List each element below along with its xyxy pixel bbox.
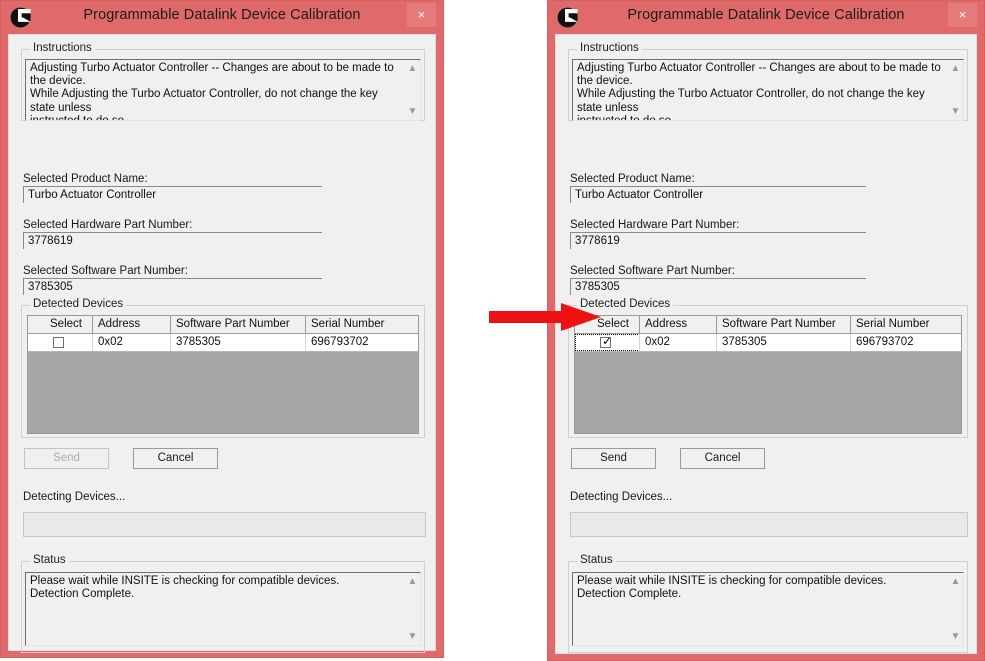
title-bar: Programmable Datalink Device Calibration… [548,1,984,34]
detected-devices-group-label: Detected Devices [30,298,126,310]
row-address: 0x02 [93,334,171,351]
progress-status-label: Detecting Devices... [570,491,672,503]
software-part-number-field[interactable]: 3785305 [23,278,322,295]
instructions-textarea[interactable]: Adjusting Turbo Actuator Controller -- C… [25,59,421,121]
row-serial-number: 696793702 [306,334,419,351]
hardware-part-number-label: Selected Hardware Part Number: [570,219,739,231]
instructions-group-label: Instructions [30,42,95,54]
row-software-part-number: 3785305 [171,334,306,351]
cancel-button[interactable]: Cancel [133,448,218,469]
column-header-serial-number[interactable]: Serial Number [851,316,962,333]
send-button[interactable]: Send [24,448,109,469]
status-text: Please wait while INSITE is checking for… [577,575,945,601]
instructions-scrollbar[interactable]: ▲ ▼ [405,60,420,120]
row-select-cell[interactable]: ✓ [575,334,640,351]
row-software-part-number: 3785305 [717,334,851,351]
row-select-cell[interactable] [28,334,93,351]
detect-progress-bar [570,512,968,537]
detected-devices-grid[interactable]: Select Address Software Part Number Seri… [574,315,962,434]
chevron-down-icon[interactable]: ▼ [950,631,961,642]
window-title: Programmable Datalink Device Calibration [1,7,443,23]
calibration-window-after: Programmable Datalink Device Calibration… [547,0,985,661]
title-bar: Programmable Datalink Device Calibration… [1,1,443,34]
instructions-textarea[interactable]: Adjusting Turbo Actuator Controller -- C… [572,59,964,121]
product-name-field[interactable]: Turbo Actuator Controller [570,186,866,203]
status-group-label: Status [30,554,69,566]
instructions-group-label: Instructions [577,42,642,54]
grid-header-row: Select Address Software Part Number Seri… [575,316,961,334]
dialog-client-area: Instructions Adjusting Turbo Actuator Co… [555,34,977,654]
column-header-select[interactable]: Select [28,316,93,333]
instructions-text: Adjusting Turbo Actuator Controller -- C… [577,62,945,121]
chevron-up-icon[interactable]: ▲ [950,576,961,587]
detect-progress-bar [23,512,426,537]
column-header-select[interactable]: Select [575,316,640,333]
status-scrollbar[interactable]: ▲ ▼ [948,573,963,645]
hardware-part-number-label: Selected Hardware Part Number: [23,219,192,231]
row-select-checkbox[interactable] [53,337,64,348]
close-icon[interactable]: × [948,3,977,27]
column-header-serial-number[interactable]: Serial Number [306,316,419,333]
row-address: 0x02 [640,334,717,351]
status-text: Please wait while INSITE is checking for… [30,575,402,601]
chevron-up-icon[interactable]: ▲ [950,63,961,74]
chevron-up-icon[interactable]: ▲ [407,576,418,587]
send-button[interactable]: Send [571,448,656,469]
progress-status-label: Detecting Devices... [23,491,125,503]
product-name-label: Selected Product Name: [570,173,695,185]
hardware-part-number-field[interactable]: 3778619 [570,232,866,249]
status-textarea[interactable]: Please wait while INSITE is checking for… [25,572,421,646]
hardware-part-number-field[interactable]: 3778619 [23,232,322,249]
detected-devices-group-label: Detected Devices [577,298,673,310]
calibration-window-before: Programmable Datalink Device Calibration… [0,0,444,658]
chevron-up-icon[interactable]: ▲ [407,63,418,74]
product-name-field[interactable]: Turbo Actuator Controller [23,186,322,203]
checkmark-icon: ✓ [602,335,612,348]
software-part-number-label: Selected Software Part Number: [23,265,188,277]
table-row[interactable]: 0x02 3785305 696793702 [28,334,418,352]
column-header-software-part-number[interactable]: Software Part Number [171,316,306,333]
grid-header-row: Select Address Software Part Number Seri… [28,316,418,334]
status-group-label: Status [577,554,616,566]
detected-devices-grid[interactable]: Select Address Software Part Number Seri… [27,315,419,434]
status-textarea[interactable]: Please wait while INSITE is checking for… [572,572,964,646]
window-title: Programmable Datalink Device Calibration [548,7,984,23]
software-part-number-field[interactable]: 3785305 [570,278,866,295]
software-part-number-label: Selected Software Part Number: [570,265,735,277]
chevron-down-icon[interactable]: ▼ [407,106,418,117]
column-header-software-part-number[interactable]: Software Part Number [717,316,851,333]
chevron-down-icon[interactable]: ▼ [407,631,418,642]
column-header-address[interactable]: Address [93,316,171,333]
row-serial-number: 696793702 [851,334,962,351]
chevron-down-icon[interactable]: ▼ [950,106,961,117]
product-name-label: Selected Product Name: [23,173,148,185]
instructions-scrollbar[interactable]: ▲ ▼ [948,60,963,120]
close-icon[interactable]: × [407,3,436,27]
dialog-client-area: Instructions Adjusting Turbo Actuator Co… [8,34,436,651]
row-select-checkbox[interactable]: ✓ [600,337,611,348]
status-scrollbar[interactable]: ▲ ▼ [405,573,420,645]
instructions-text: Adjusting Turbo Actuator Controller -- C… [30,62,402,121]
column-header-address[interactable]: Address [640,316,717,333]
cancel-button[interactable]: Cancel [680,448,765,469]
table-row[interactable]: ✓ 0x02 3785305 696793702 [575,334,961,352]
